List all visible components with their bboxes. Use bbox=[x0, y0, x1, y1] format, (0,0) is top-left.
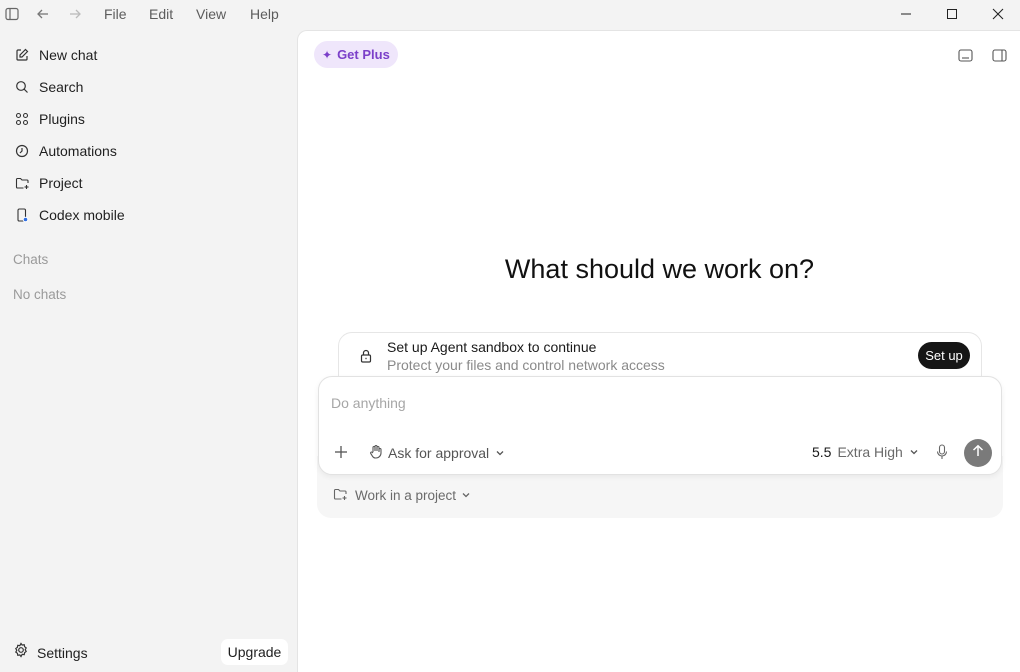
sidebar-item-label: Search bbox=[39, 79, 84, 95]
gear-icon bbox=[13, 642, 29, 663]
title-bar: File Edit View Help bbox=[0, 0, 1020, 28]
sidebar-toggle-icon[interactable] bbox=[2, 4, 22, 24]
app-window: File Edit View Help New chat Search Plug… bbox=[0, 0, 1020, 672]
composer: Ask for approval 5.5 Extra High bbox=[318, 376, 1002, 475]
clock-icon bbox=[14, 143, 30, 159]
close-icon[interactable] bbox=[975, 0, 1020, 28]
approval-label: Ask for approval bbox=[388, 445, 490, 461]
menu-edit[interactable]: Edit bbox=[149, 6, 173, 22]
sidebar-item-label: Project bbox=[39, 175, 83, 191]
chevron-down-icon bbox=[461, 488, 471, 503]
model-effort: Extra High bbox=[837, 444, 903, 460]
sparkle-icon: ✦ bbox=[322, 47, 333, 62]
sidebar-item-search[interactable]: Search bbox=[8, 73, 288, 101]
upgrade-button[interactable]: Upgrade bbox=[221, 639, 288, 665]
get-plus-button[interactable]: ✦ Get Plus bbox=[314, 41, 398, 68]
sidebar-item-new-chat[interactable]: New chat bbox=[8, 41, 288, 69]
forward-arrow-icon[interactable] bbox=[65, 4, 85, 24]
lock-icon bbox=[359, 348, 373, 364]
edit-icon bbox=[14, 47, 30, 63]
minimize-icon[interactable] bbox=[883, 0, 929, 28]
sidebar-item-codex-mobile[interactable]: Codex mobile bbox=[8, 201, 288, 229]
model-version: 5.5 bbox=[812, 444, 832, 460]
search-icon bbox=[14, 79, 30, 95]
terminal-panel-icon[interactable] bbox=[956, 46, 974, 64]
sidebar-item-label: Codex mobile bbox=[39, 207, 125, 223]
approval-dropdown[interactable]: Ask for approval bbox=[369, 444, 505, 462]
settings-label: Settings bbox=[37, 644, 88, 661]
page-headline: What should we work on? bbox=[504, 254, 815, 284]
work-in-project-button[interactable]: Work in a project bbox=[333, 487, 471, 504]
sidebar-item-automations[interactable]: Automations bbox=[8, 137, 288, 165]
get-plus-label: Get Plus bbox=[337, 47, 390, 62]
folder-icon bbox=[333, 487, 348, 504]
hand-icon bbox=[369, 444, 383, 462]
sandbox-title: Set up Agent sandbox to continue bbox=[387, 339, 597, 355]
arrow-up-icon bbox=[971, 444, 985, 463]
settings-button[interactable]: Settings bbox=[13, 642, 88, 663]
add-attachment-icon[interactable] bbox=[333, 444, 349, 460]
folder-icon bbox=[14, 175, 30, 191]
sidebar-item-label: Plugins bbox=[39, 111, 85, 127]
side-panel-icon[interactable] bbox=[990, 46, 1008, 64]
setup-button[interactable]: Set up bbox=[918, 342, 970, 369]
send-button[interactable] bbox=[964, 439, 992, 467]
sidebar-item-label: New chat bbox=[39, 47, 98, 63]
project-label: Work in a project bbox=[355, 488, 457, 503]
phone-icon bbox=[14, 207, 30, 223]
chats-header: Chats bbox=[13, 252, 49, 267]
sandbox-subtitle: Protect your files and control network a… bbox=[387, 357, 665, 373]
chevron-down-icon bbox=[909, 444, 919, 460]
sidebar-item-plugins[interactable]: Plugins bbox=[8, 105, 288, 133]
grid-icon bbox=[14, 111, 30, 127]
chevron-down-icon bbox=[495, 445, 505, 461]
sidebar-item-label: Automations bbox=[39, 143, 117, 159]
main-panel: ✦ Get Plus What should we work on? Set u… bbox=[297, 30, 1020, 672]
back-arrow-icon[interactable] bbox=[33, 4, 53, 24]
chats-empty-text: No chats bbox=[13, 287, 67, 302]
maximize-icon[interactable] bbox=[929, 0, 975, 28]
model-selector[interactable]: 5.5 Extra High bbox=[812, 444, 919, 460]
menu-view[interactable]: View bbox=[196, 6, 226, 22]
menu-file[interactable]: File bbox=[104, 6, 127, 22]
prompt-input[interactable] bbox=[331, 393, 931, 413]
sidebar: New chat Search Plugins Automations Proj… bbox=[0, 30, 297, 672]
sidebar-item-project[interactable]: Project bbox=[8, 169, 288, 197]
menu-help[interactable]: Help bbox=[250, 6, 279, 22]
microphone-icon[interactable] bbox=[935, 444, 949, 460]
